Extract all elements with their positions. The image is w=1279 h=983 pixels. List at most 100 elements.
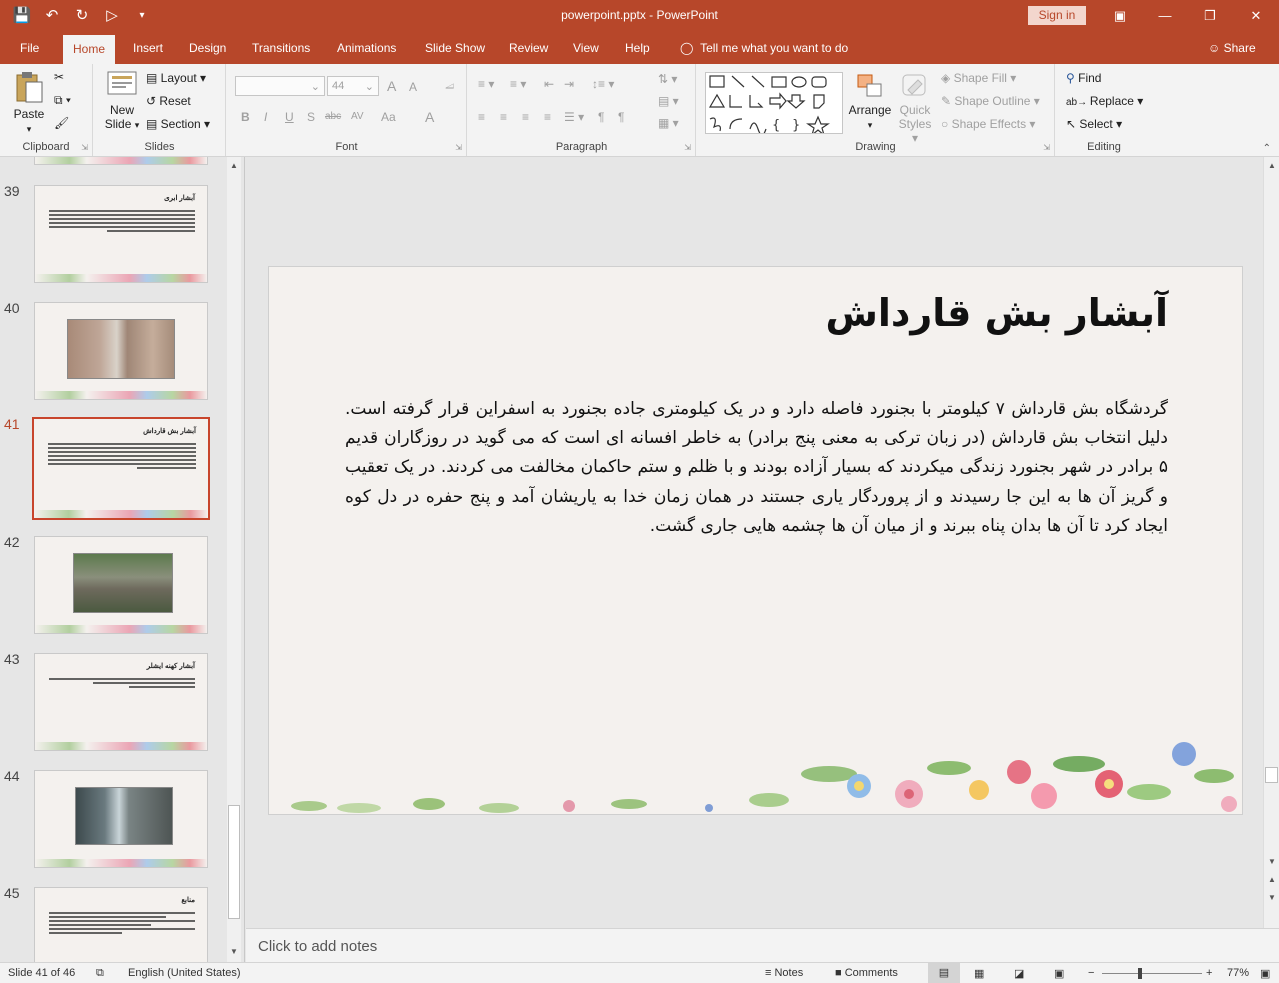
- fit-slide-icon[interactable]: ▣: [1260, 967, 1270, 980]
- bold-button[interactable]: B: [241, 110, 250, 124]
- align-right-icon[interactable]: ≡: [522, 110, 529, 124]
- clipboard-launcher-icon[interactable]: ⇲: [81, 143, 88, 152]
- strikethrough-button[interactable]: abc: [325, 111, 341, 122]
- smartart-icon[interactable]: ▦ ▾: [658, 116, 679, 130]
- italic-button[interactable]: I: [264, 110, 267, 124]
- numbering-icon[interactable]: ≡ ▾: [510, 77, 526, 91]
- align-center-icon[interactable]: ≡: [500, 110, 507, 124]
- next-slide-icon[interactable]: ▼: [1265, 893, 1279, 902]
- slide-thumbnail-42[interactable]: [34, 536, 208, 634]
- normal-view-icon[interactable]: ▤: [928, 963, 960, 983]
- tab-insert[interactable]: Insert: [133, 41, 163, 55]
- restore-icon[interactable]: ❐: [1200, 6, 1220, 26]
- font-launcher-icon[interactable]: ⇲: [455, 143, 462, 152]
- tab-view[interactable]: View: [573, 41, 599, 55]
- clear-formatting-icon[interactable]: ⧡: [445, 78, 454, 93]
- shape-fill-button[interactable]: ◈ Shape Fill ▾: [941, 71, 1016, 85]
- slide-thumbnail[interactable]: [34, 157, 208, 165]
- previous-slide-icon[interactable]: ▲: [1265, 875, 1279, 884]
- notes-pane[interactable]: Click to add notes: [246, 928, 1279, 962]
- reset-button[interactable]: ↺ Reset: [146, 94, 191, 108]
- zoom-slider-thumb[interactable]: [1138, 968, 1142, 979]
- decrease-indent-icon[interactable]: ⇤: [544, 77, 554, 91]
- tab-animations[interactable]: Animations: [337, 41, 396, 55]
- align-text-icon[interactable]: ▤ ▾: [658, 94, 679, 108]
- justify-icon[interactable]: ≡: [544, 110, 551, 124]
- layout-button[interactable]: ▤ Layout ▾: [146, 71, 206, 85]
- section-button[interactable]: ▤ Section ▾: [146, 117, 210, 131]
- shape-effects-button[interactable]: ○ Shape Effects ▾: [941, 117, 1035, 131]
- slide-show-icon[interactable]: ▣: [1054, 967, 1064, 980]
- slide-thumbnail-39[interactable]: آبشار ابری: [34, 185, 208, 283]
- zoom-slider[interactable]: [1102, 973, 1202, 974]
- underline-button[interactable]: U: [285, 110, 294, 124]
- font-size-combo[interactable]: 44 ⌄: [327, 76, 379, 96]
- scroll-down-icon[interactable]: ▼: [227, 947, 241, 956]
- slide-scrollbar[interactable]: ▲ ▼ ▲ ▼: [1263, 157, 1279, 928]
- change-case-button[interactable]: Aa: [381, 110, 396, 124]
- slide-thumbnail-40[interactable]: [34, 302, 208, 400]
- slide-thumbnail-43[interactable]: آبشار کهنه ایشلر: [34, 653, 208, 751]
- slide-scroll-thumb[interactable]: [1265, 767, 1278, 783]
- paste-button[interactable]: Paste ▾: [10, 70, 48, 135]
- rtl-icon[interactable]: ¶: [598, 110, 604, 124]
- select-button[interactable]: ↖ Select ▾: [1066, 117, 1122, 131]
- tab-help[interactable]: Help: [625, 41, 650, 55]
- line-spacing-icon[interactable]: ↕≡ ▾: [592, 77, 614, 91]
- collapse-ribbon-icon[interactable]: ⌃: [1263, 143, 1271, 154]
- share-button[interactable]: ☺ Share: [1208, 41, 1256, 55]
- tab-file[interactable]: File: [20, 41, 39, 55]
- tab-slide-show[interactable]: Slide Show: [425, 41, 485, 55]
- ltr-icon[interactable]: ¶: [618, 110, 624, 124]
- drawing-launcher-icon[interactable]: ⇲: [1043, 143, 1050, 152]
- new-slide-button[interactable]: New Slide ▾: [102, 70, 142, 131]
- format-painter-icon[interactable]: 🖌: [54, 116, 69, 130]
- shrink-font-button[interactable]: A: [409, 80, 417, 94]
- zoom-percentage[interactable]: 77%: [1227, 967, 1249, 979]
- sign-in-button[interactable]: Sign in: [1028, 6, 1086, 25]
- current-slide[interactable]: آبشار بش قارداش گردشگاه بش قارداش ۷ کیلو…: [268, 266, 1243, 815]
- quick-styles-button[interactable]: Quick Styles ▾: [895, 72, 935, 145]
- shape-outline-button[interactable]: ✎ Shape Outline ▾: [941, 94, 1040, 108]
- slide-thumbnail-45[interactable]: منابع: [34, 887, 208, 962]
- find-button[interactable]: ⚲ Find: [1066, 71, 1101, 85]
- align-left-icon[interactable]: ≡: [478, 110, 485, 124]
- spelling-check-icon[interactable]: ⧉: [96, 967, 104, 980]
- zoom-out-icon[interactable]: −: [1088, 967, 1094, 979]
- minimize-icon[interactable]: —: [1155, 6, 1175, 26]
- shapes-gallery[interactable]: {}: [705, 72, 843, 137]
- bullets-icon[interactable]: ≡ ▾: [478, 77, 494, 91]
- comments-toggle[interactable]: ■ Comments: [835, 967, 898, 979]
- tell-me-box[interactable]: ◯ Tell me what you want to do: [680, 41, 848, 55]
- zoom-in-icon[interactable]: +: [1206, 967, 1212, 979]
- slide-thumbnail-44[interactable]: [34, 770, 208, 868]
- copy-icon[interactable]: ⧉ ▾: [54, 93, 71, 108]
- thumbnail-scrollbar[interactable]: ▲ ▼: [227, 157, 241, 962]
- scroll-down-icon[interactable]: ▼: [1265, 857, 1279, 866]
- ribbon-display-options-icon[interactable]: ▣: [1110, 6, 1130, 26]
- arrange-button[interactable]: Arrange ▾: [847, 72, 893, 131]
- tab-transitions[interactable]: Transitions: [252, 41, 310, 55]
- tab-home[interactable]: Home: [63, 35, 116, 64]
- notes-placeholder[interactable]: Click to add notes: [258, 938, 377, 955]
- language-indicator[interactable]: English (United States): [128, 967, 241, 979]
- tab-design[interactable]: Design: [189, 41, 226, 55]
- scroll-up-icon[interactable]: ▲: [227, 161, 241, 170]
- slide-thumbnail-41[interactable]: آبشار بش قارداش: [32, 417, 210, 520]
- slide-sorter-icon[interactable]: ▦: [974, 967, 984, 980]
- close-icon[interactable]: ✕: [1246, 6, 1266, 26]
- text-direction-icon[interactable]: ⇅ ▾: [658, 72, 677, 86]
- scroll-up-icon[interactable]: ▲: [1265, 161, 1279, 170]
- character-spacing-button[interactable]: AV: [351, 111, 364, 122]
- grow-font-button[interactable]: A: [387, 78, 396, 94]
- cut-icon[interactable]: ✂: [54, 70, 64, 84]
- text-shadow-button[interactable]: S: [307, 110, 315, 124]
- thumbnail-scroll-thumb[interactable]: [228, 805, 240, 919]
- font-name-combo[interactable]: ⌄: [235, 76, 325, 96]
- font-color-button[interactable]: A: [425, 109, 434, 125]
- columns-icon[interactable]: ☰ ▾: [564, 110, 584, 124]
- notes-toggle[interactable]: ≡ Notes: [765, 967, 803, 979]
- paragraph-launcher-icon[interactable]: ⇲: [684, 143, 691, 152]
- reading-view-icon[interactable]: ◪: [1014, 967, 1024, 980]
- slide-body-text[interactable]: گردشگاه بش قارداش ۷ کیلومتر با بجنورد فا…: [345, 395, 1168, 541]
